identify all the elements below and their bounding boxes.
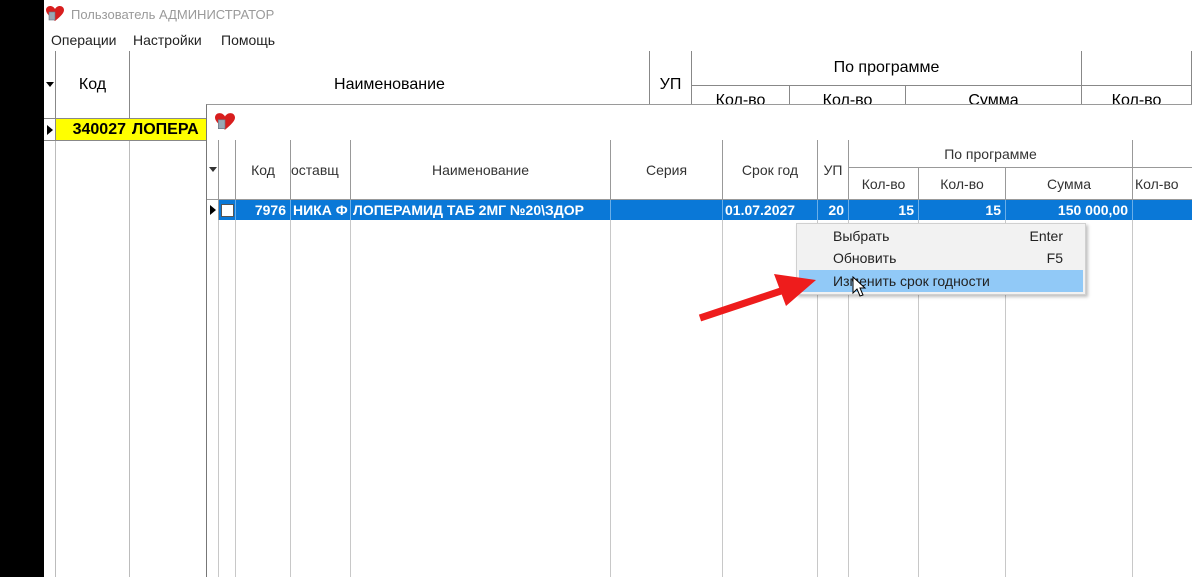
grid-line bbox=[1132, 220, 1133, 577]
grid-line bbox=[55, 119, 56, 577]
window-title: Пользователь АДМИНИСТРАТОР bbox=[71, 7, 275, 22]
menu-item-shortcut: Enter bbox=[1029, 228, 1063, 244]
menu-help[interactable]: Помощь bbox=[221, 32, 275, 48]
dropdown-arrow-icon bbox=[208, 166, 217, 172]
header-supplier[interactable]: оставщ bbox=[291, 140, 351, 200]
heart-icon bbox=[215, 113, 235, 130]
column-chooser-button[interactable] bbox=[44, 51, 56, 119]
header-qty-3[interactable]: Кол-во bbox=[1133, 168, 1192, 200]
row-code[interactable]: 7976 bbox=[236, 200, 291, 220]
row-qty-1[interactable]: 15 bbox=[849, 200, 919, 220]
title-bar: Пользователь АДМИНИСТРАТОР bbox=[44, 0, 1192, 28]
header-expiry[interactable]: Срок год bbox=[723, 140, 818, 200]
menu-item-label: Обновить bbox=[833, 250, 897, 266]
menu-bar: Операции Настройки Помощь bbox=[44, 30, 1192, 50]
row-up[interactable]: 20 bbox=[818, 200, 849, 220]
heart-icon bbox=[46, 6, 64, 21]
header-name[interactable]: Наименование bbox=[351, 140, 611, 200]
grid-line bbox=[610, 220, 611, 577]
batch-select-dialog: Код оставщ Наименование Серия Срок год У… bbox=[206, 104, 1192, 577]
column-chooser-button[interactable] bbox=[207, 140, 219, 200]
header-series[interactable]: Серия bbox=[611, 140, 723, 200]
row-pointer-icon bbox=[46, 124, 53, 135]
header-up[interactable]: УП bbox=[818, 140, 849, 200]
main-row-name[interactable]: ЛОПЕРА bbox=[130, 119, 210, 141]
row-expiry[interactable]: 01.07.2027 bbox=[723, 200, 818, 220]
menu-operations[interactable]: Операции bbox=[51, 32, 117, 48]
row-supplier[interactable]: НИКА Ф bbox=[291, 200, 351, 220]
row-qty-2[interactable]: 15 bbox=[919, 200, 1006, 220]
menu-item-shortcut: F5 bbox=[1046, 250, 1063, 266]
header-qty-2[interactable]: Кол-во bbox=[919, 168, 1006, 200]
header-qty-1[interactable]: Кол-во bbox=[849, 168, 919, 200]
grid-line bbox=[218, 220, 219, 577]
context-menu: Выбрать Enter Обновить F5 Изменить срок … bbox=[796, 223, 1086, 295]
header-group-2[interactable] bbox=[1133, 140, 1192, 168]
row-checkbox[interactable] bbox=[220, 203, 234, 217]
main-row-code[interactable]: 340027 bbox=[56, 119, 130, 141]
dropdown-arrow-icon bbox=[45, 81, 54, 87]
grid-line bbox=[235, 220, 236, 577]
batch-grid[interactable]: Код оставщ Наименование Серия Срок год У… bbox=[207, 140, 1192, 577]
row-name[interactable]: ЛОПЕРАМИД ТАБ 2МГ №20\ЗДОР bbox=[351, 200, 611, 220]
header-program-group[interactable]: По программе bbox=[692, 51, 1082, 86]
header-group-2[interactable] bbox=[1082, 51, 1192, 86]
row-checkbox-cell bbox=[219, 200, 236, 220]
row-indicator bbox=[207, 200, 219, 220]
row-qty-3[interactable] bbox=[1133, 200, 1192, 220]
menu-item-select[interactable]: Выбрать Enter bbox=[799, 225, 1083, 247]
header-sum[interactable]: Сумма bbox=[1006, 168, 1133, 200]
red-arrow-icon bbox=[698, 274, 816, 322]
table-row[interactable]: 7976 НИКА Ф ЛОПЕРАМИД ТАБ 2МГ №20\ЗДОР 0… bbox=[207, 200, 1192, 220]
grid-line bbox=[129, 119, 130, 577]
header-code[interactable]: Код bbox=[56, 51, 130, 119]
row-indicator bbox=[44, 119, 56, 141]
grid-line bbox=[290, 220, 291, 577]
row-pointer-icon bbox=[209, 205, 216, 215]
row-series[interactable] bbox=[611, 200, 723, 220]
mouse-pointer-icon bbox=[852, 276, 867, 297]
header-program-group[interactable]: По программе bbox=[849, 140, 1133, 168]
header-code[interactable]: Код bbox=[236, 140, 291, 200]
menu-item-change-expiry[interactable]: Изменить срок годности bbox=[799, 270, 1083, 292]
menu-item-label: Выбрать bbox=[833, 228, 890, 244]
header-checkbox bbox=[219, 140, 236, 200]
grid-line bbox=[350, 220, 351, 577]
row-sum[interactable]: 150 000,00 bbox=[1006, 200, 1133, 220]
menu-item-refresh[interactable]: Обновить F5 bbox=[799, 247, 1083, 269]
menu-settings[interactable]: Настройки bbox=[133, 32, 202, 48]
